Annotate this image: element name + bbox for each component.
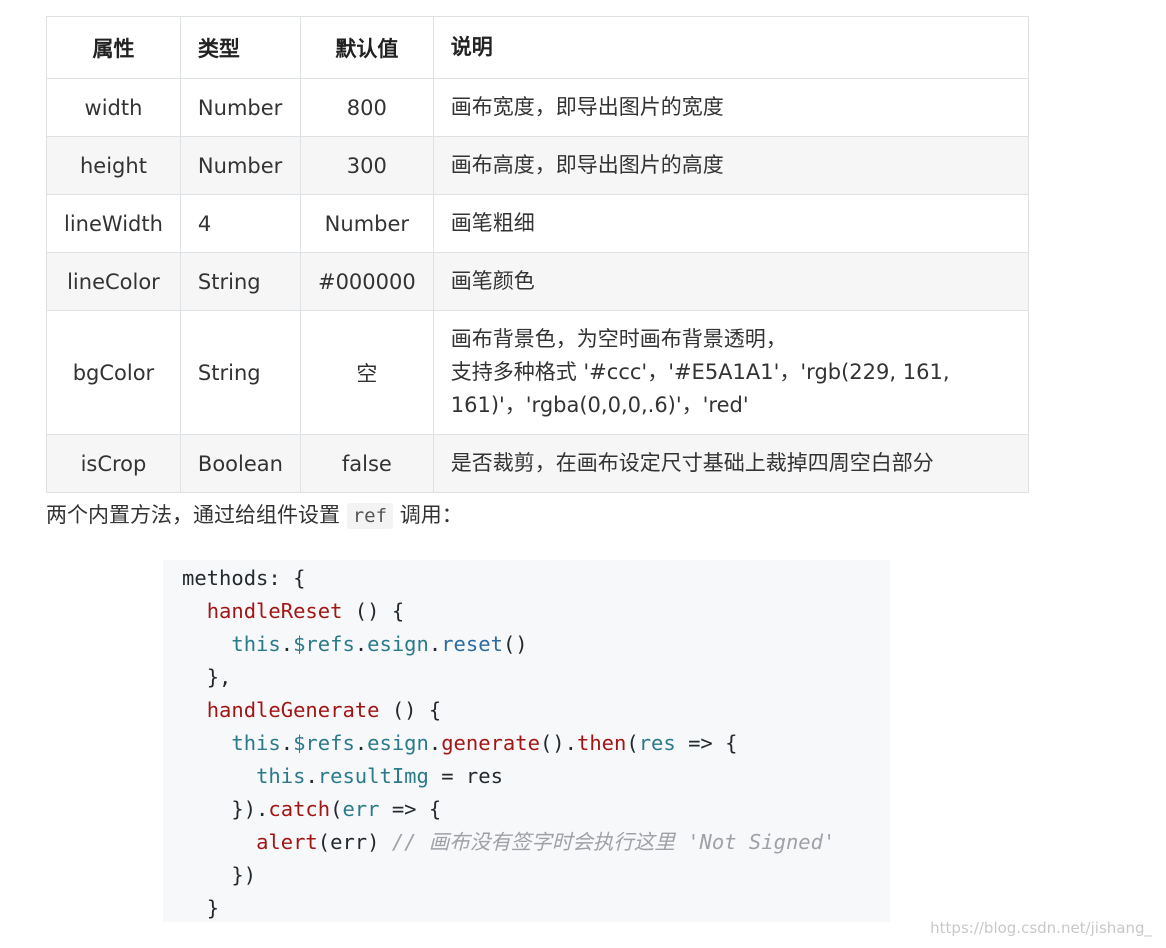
table-row: width Number 800 画布宽度，即导出图片的宽度 (46, 78, 1029, 137)
header-default: 默认值 (299, 16, 434, 79)
code-comment: // 画布没有签字时会执行这里 'Not Signed' (391, 830, 836, 854)
cell-desc: 画布背景色，为空时画布背景透明， 支持多种格式 '#ccc'，'#E5A1A1'… (432, 310, 1029, 435)
code-token: = res (428, 764, 503, 788)
cell-default: false (299, 434, 434, 493)
cell-type: String (179, 252, 301, 311)
code-token: $refs (293, 731, 355, 755)
header-type: 类型 (179, 16, 301, 79)
code-token: generate (441, 731, 540, 755)
code-line: }, (206, 665, 232, 689)
cell-prop: lineWidth (46, 194, 181, 253)
code-block: methods: { handleReset () { this.$refs.e… (163, 560, 890, 922)
cell-prop: lineColor (46, 252, 181, 311)
code-token: () (502, 632, 528, 656)
intro-before: 两个内置方法，通过给组件设置 (46, 503, 347, 527)
cell-type: Number (179, 136, 301, 195)
methods-intro-text: 两个内置方法，通过给组件设置 ref 调用： (46, 500, 463, 531)
code-token: }). (231, 797, 269, 821)
code-token: err (342, 797, 380, 821)
cell-prop: height (46, 136, 181, 195)
code-token: resultImg (317, 764, 429, 788)
inline-code-ref: ref (346, 503, 394, 529)
code-token: catch (268, 797, 331, 821)
desc-line: 161)'，'rgba(0,0,0,.6)'，'red' (450, 393, 749, 417)
cell-desc: 画笔颜色 (432, 252, 1029, 311)
code-token: then (577, 731, 627, 755)
code-token: . (280, 731, 294, 755)
code-token: (err) (317, 830, 392, 854)
code-token: handleReset (206, 599, 343, 623)
code-token: reset (441, 632, 503, 656)
code-token: (). (539, 731, 577, 755)
code-line: }) (231, 863, 257, 887)
code-token: this (231, 632, 281, 656)
table-row: bgColor String 空 画布背景色，为空时画布背景透明， 支持多种格式… (46, 310, 1029, 435)
code-token: res (638, 731, 676, 755)
table-header-row: 属性 类型 默认值 说明 (46, 16, 1029, 79)
cell-type: String (179, 310, 301, 435)
watermark: https://blog.csdn.net/jishang_ (930, 919, 1152, 937)
cell-desc: 画笔粗细 (432, 194, 1029, 253)
code-token: ( (626, 731, 639, 755)
code-token: $refs (293, 632, 355, 656)
code-token: ( (330, 797, 343, 821)
intro-after: 调用： (393, 503, 463, 527)
code-token: . (354, 731, 368, 755)
cell-prop: bgColor (46, 310, 181, 435)
code-token: this (231, 731, 281, 755)
code-token: this (256, 764, 306, 788)
cell-default: 800 (299, 78, 434, 137)
code-token: alert (256, 830, 318, 854)
code-token: esign (367, 731, 429, 755)
cell-desc: 是否裁剪，在画布设定尺寸基础上裁掉四周空白部分 (432, 434, 1029, 493)
cell-prop: isCrop (46, 434, 181, 493)
cell-default: 300 (299, 136, 434, 195)
cell-default: #000000 (299, 252, 434, 311)
cell-type: 4 (179, 194, 301, 253)
table-row: height Number 300 画布高度，即导出图片的高度 (46, 136, 1029, 195)
table-row: isCrop Boolean false 是否裁剪，在画布设定尺寸基础上裁掉四周… (46, 434, 1029, 493)
desc-line: 画布背景色，为空时画布背景透明， (450, 327, 787, 351)
cell-type: Number (179, 78, 301, 137)
code-token: esign (367, 632, 429, 656)
cell-desc: 画布高度，即导出图片的高度 (432, 136, 1029, 195)
code-content: methods: { handleReset () { this.$refs.e… (182, 562, 890, 925)
desc-line: 支持多种格式 '#ccc'，'#E5A1A1'，'rgb(229, 161, (450, 360, 950, 384)
cell-prop: width (46, 78, 181, 137)
props-table: 属性 类型 默认值 说明 width Number 800 画布宽度，即导出图片… (46, 16, 1029, 493)
code-token: . (354, 632, 368, 656)
code-line: methods: { (182, 566, 306, 590)
code-token: . (305, 764, 318, 788)
code-token: . (280, 632, 294, 656)
header-prop: 属性 (46, 16, 181, 79)
code-line: } (206, 896, 220, 920)
code-token: handleGenerate (206, 698, 380, 722)
cell-default: 空 (299, 310, 434, 435)
code-token: => { (675, 731, 738, 755)
cell-default: Number (299, 194, 434, 253)
header-desc: 说明 (432, 16, 1029, 79)
code-token: () { (379, 698, 442, 722)
table-row: lineWidth 4 Number 画笔粗细 (46, 194, 1029, 253)
cell-desc: 画布宽度，即导出图片的宽度 (432, 78, 1029, 137)
table-row: lineColor String #000000 画笔颜色 (46, 252, 1029, 311)
code-token: => { (379, 797, 442, 821)
code-token: () { (342, 599, 405, 623)
code-token: . (428, 731, 442, 755)
code-token: . (428, 632, 442, 656)
cell-type: Boolean (179, 434, 301, 493)
